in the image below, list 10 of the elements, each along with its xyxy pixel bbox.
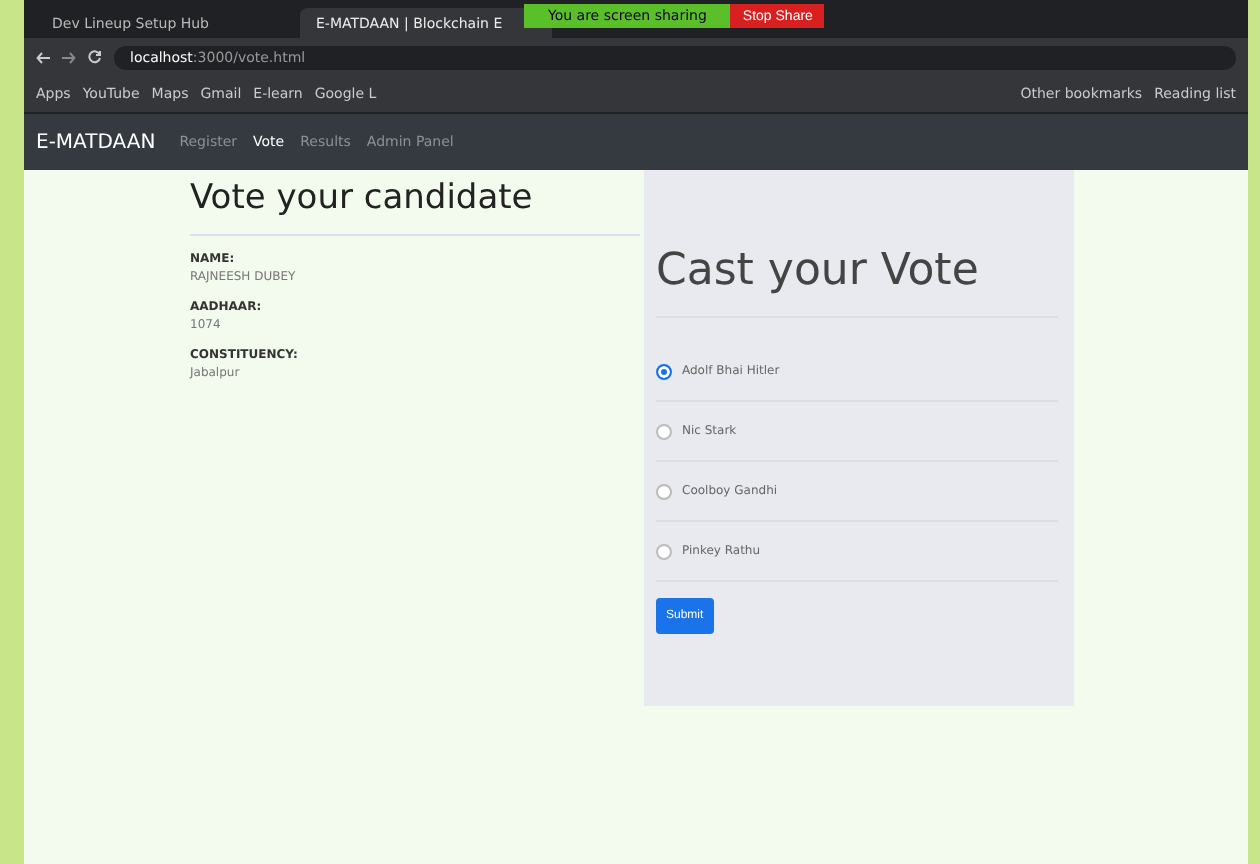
card-heading: Cast your Vote (656, 246, 1058, 318)
page-heading: Vote your candidate (190, 178, 640, 236)
forward-icon[interactable] (62, 51, 76, 63)
radio-button[interactable] (656, 483, 672, 499)
radio-button[interactable] (656, 363, 672, 379)
radio-button[interactable] (656, 423, 672, 439)
back-icon[interactable] (36, 51, 50, 63)
reload-icon[interactable] (88, 50, 102, 64)
radio-button[interactable] (656, 543, 672, 559)
brand-logo[interactable]: E-MATDAAN (36, 131, 156, 153)
